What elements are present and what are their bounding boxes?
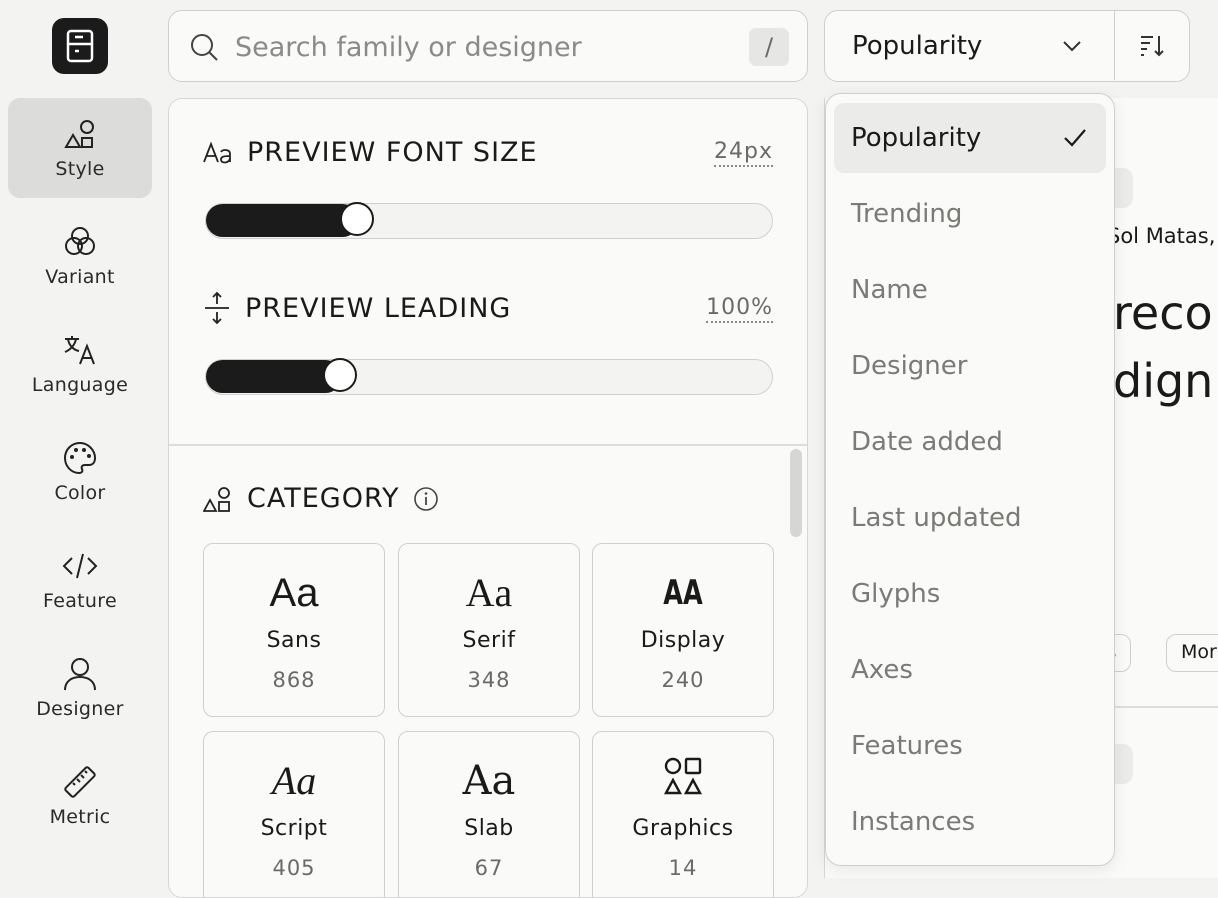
sort-option-date-added[interactable]: Date added <box>834 407 1106 477</box>
font-size-value[interactable]: 24px <box>714 139 773 167</box>
left-rail: Style Variant Language Color Feature Des… <box>0 0 160 878</box>
category-count: 240 <box>661 668 705 692</box>
category-count: 67 <box>474 856 504 880</box>
sort-option-designer[interactable]: Designer <box>834 331 1106 401</box>
serif-glyph: Aa <box>465 570 513 615</box>
leading-value[interactable]: 100% <box>706 295 773 323</box>
shapes-icon <box>203 486 230 512</box>
rail-item-designer[interactable]: Designer <box>8 638 152 738</box>
font-size-slider-fill <box>206 204 359 237</box>
font-size-title: PREVIEW FONT SIZE <box>247 137 538 168</box>
sort-option-popularity[interactable]: Popularity <box>834 103 1106 173</box>
sort-option-instances[interactable]: Instances <box>834 787 1106 857</box>
category-card-script[interactable]: Aa Script 405 <box>203 731 385 897</box>
tag-more[interactable]: Mor <box>1166 634 1218 672</box>
rail-item-style[interactable]: Style <box>8 98 152 198</box>
designer-snippet: Sol Matas, <box>1107 224 1216 248</box>
category-name: Script <box>260 816 328 841</box>
sort-dropdown-menu: Popularity Trending Name Designer Date a… <box>825 93 1115 866</box>
category-card-graphics[interactable]: Graphics 14 <box>592 731 774 897</box>
shapes-icon <box>64 120 94 148</box>
panel-divider <box>169 444 807 446</box>
leading-title: PREVIEW LEADING <box>245 292 512 324</box>
category-card-slab[interactable]: Aa Slab 67 <box>398 731 580 897</box>
sort-selected-value: Popularity <box>852 31 983 61</box>
sort-option-last-updated[interactable]: Last updated <box>834 483 1106 553</box>
rail-label-language: Language <box>31 374 129 396</box>
rail-label-color: Color <box>54 482 106 504</box>
category-count: 868 <box>272 668 316 692</box>
category-name: Serif <box>462 628 516 653</box>
leading-slider-handle[interactable] <box>323 358 357 392</box>
category-name: Sans <box>266 628 322 653</box>
leading-icon <box>205 291 229 325</box>
font-size-header: PREVIEW FONT SIZE <box>203 137 538 168</box>
sort-option-name[interactable]: Name <box>834 255 1106 325</box>
person-icon <box>64 658 96 691</box>
category-title: CATEGORY <box>247 483 400 514</box>
preview-line-1: reco <box>1113 286 1213 340</box>
slab-glyph: Aa <box>462 758 516 804</box>
sort-direction-button[interactable] <box>1115 11 1189 80</box>
category-card-serif[interactable]: Aa Serif 348 <box>398 543 580 717</box>
category-name: Display <box>640 628 726 653</box>
sort-option-glyphs[interactable]: Glyphs <box>834 559 1106 629</box>
sort-control: Popularity <box>824 10 1190 82</box>
rail-label-metric: Metric <box>49 806 111 828</box>
check-icon <box>1064 129 1086 147</box>
translate-icon <box>64 336 95 365</box>
palette-icon <box>63 441 97 475</box>
leading-slider-fill <box>206 360 342 393</box>
rail-item-variant[interactable]: Variant <box>8 206 152 306</box>
option-label: Popularity <box>851 123 982 153</box>
search-shortcut-key: / <box>749 28 789 66</box>
rail-label-variant: Variant <box>45 266 115 288</box>
sort-order-icon <box>1141 36 1164 57</box>
code-icon <box>62 553 98 579</box>
ruler-icon <box>64 766 96 798</box>
info-icon[interactable] <box>413 486 439 512</box>
rail-item-language[interactable]: Language <box>8 314 152 414</box>
rail-item-metric[interactable]: Metric <box>8 746 152 846</box>
search-box[interactable]: / <box>168 10 808 82</box>
rail-item-color[interactable]: Color <box>8 422 152 522</box>
filter-panel: PREVIEW FONT SIZE 24px PREVIEW LEADING 1… <box>168 98 808 898</box>
leading-slider[interactable] <box>205 358 773 395</box>
category-count: 348 <box>467 668 511 692</box>
rail-label-style: Style <box>55 158 105 180</box>
category-name: Graphics <box>632 816 734 841</box>
rail-label-feature: Feature <box>43 590 117 612</box>
app-logo[interactable] <box>52 18 108 74</box>
font-size-slider-handle[interactable] <box>340 202 374 236</box>
preview-line-2: dign <box>1113 354 1214 408</box>
graphics-glyph <box>593 756 773 806</box>
chevron-down-icon <box>1063 41 1081 52</box>
search-input[interactable] <box>233 25 693 69</box>
rail-label-designer: Designer <box>36 698 124 720</box>
category-card-sans[interactable]: Aa Sans 868 <box>203 543 385 717</box>
sort-option-trending[interactable]: Trending <box>834 179 1106 249</box>
font-size-icon <box>203 141 231 163</box>
logo-icon <box>66 29 94 63</box>
leading-header: PREVIEW LEADING <box>203 291 511 325</box>
category-count: 405 <box>272 856 316 880</box>
sort-option-features[interactable]: Features <box>834 711 1106 781</box>
display-glyph: AA <box>663 573 703 613</box>
search-icon <box>191 34 218 61</box>
rail-item-feature[interactable]: Feature <box>8 530 152 630</box>
category-count: 14 <box>668 856 698 880</box>
circles-icon <box>65 227 95 255</box>
font-size-slider[interactable] <box>205 202 773 239</box>
sort-option-axes[interactable]: Axes <box>834 635 1106 705</box>
panel-scrollbar[interactable] <box>790 449 802 537</box>
graphics-shapes-icon <box>663 757 703 795</box>
category-name: Slab <box>464 816 514 841</box>
sans-glyph: Aa <box>269 571 319 615</box>
script-glyph: Aa <box>271 758 317 803</box>
category-card-display[interactable]: AA Display 240 <box>592 543 774 717</box>
sort-select[interactable]: Popularity <box>825 11 1115 80</box>
category-header: CATEGORY <box>203 483 439 514</box>
